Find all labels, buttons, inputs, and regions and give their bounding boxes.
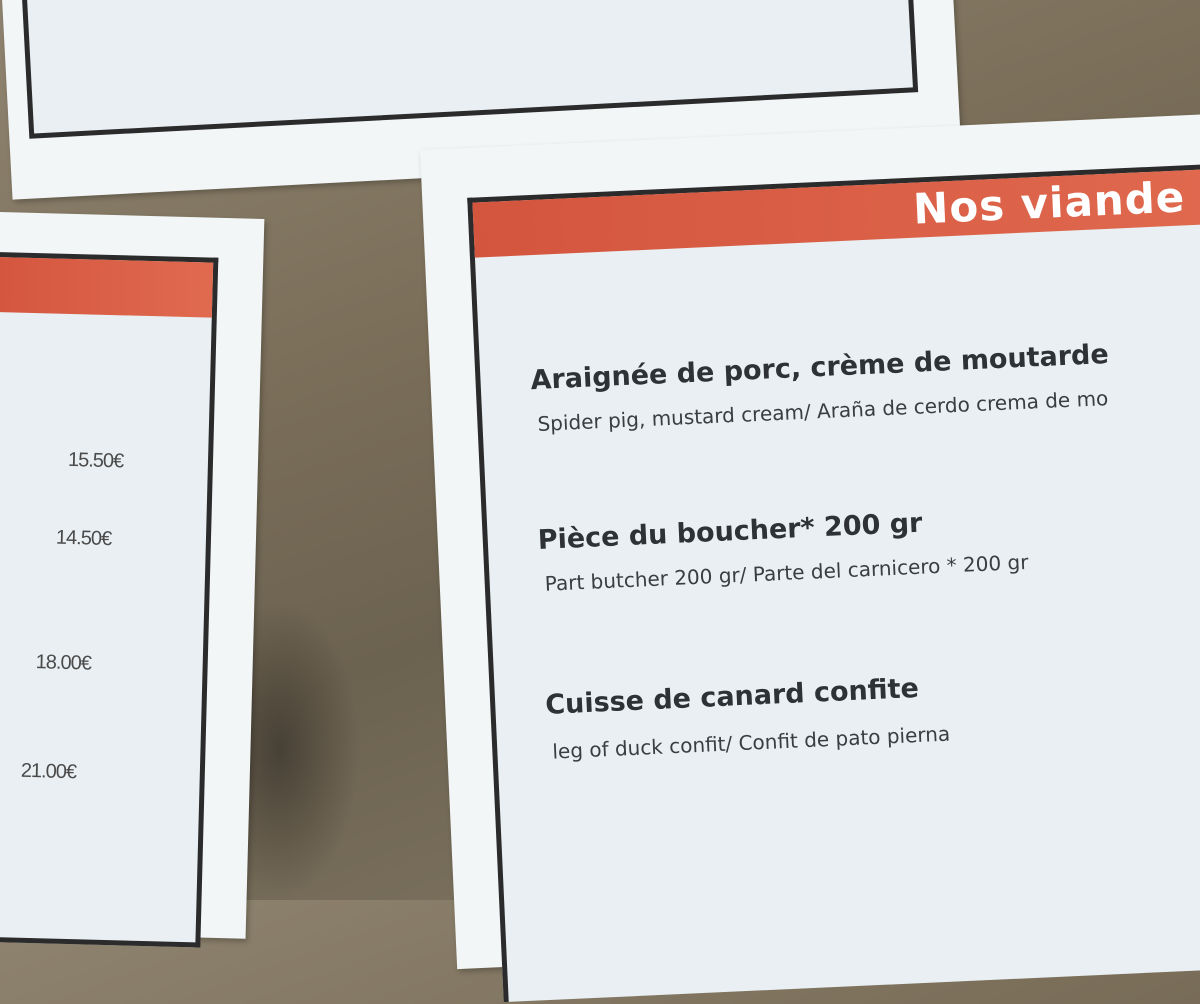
price-label: 18.00€	[35, 651, 92, 675]
section-title: Nos viande	[912, 172, 1187, 234]
left-menu-frame: 15.50€ 14.50€ 18.00€ 21.00€	[0, 251, 219, 948]
dish-translation: leg of duck confit/ Confit de pato piern…	[551, 721, 951, 764]
price-label: 14.50€	[55, 526, 112, 551]
dish-translation: Spider pig, mustard cream/ Araña de cerd…	[537, 386, 1109, 436]
dish-name: Cuisse de canard confite	[544, 672, 920, 721]
dish-name: Pièce du boucher* 200 gr	[537, 507, 924, 557]
top-menu-frame	[20, 0, 919, 139]
main-menu-frame: Nos viande Araignée de porc, crème de mo…	[467, 161, 1200, 1003]
main-menu-sheet: Nos viande Araignée de porc, crème de mo…	[420, 112, 1200, 1003]
dish-translation: Part butcher 200 gr/ Parte del carnicero…	[544, 549, 1029, 596]
price-label: 15.50€	[67, 448, 124, 473]
dish-name: Araignée de porc, crème de moutarde	[529, 338, 1110, 397]
section-banner: Nos viande	[472, 166, 1200, 258]
left-menu-banner	[0, 256, 214, 318]
left-menu-sheet: 15.50€ 14.50€ 18.00€ 21.00€	[0, 211, 265, 948]
price-label: 21.00€	[20, 759, 77, 784]
